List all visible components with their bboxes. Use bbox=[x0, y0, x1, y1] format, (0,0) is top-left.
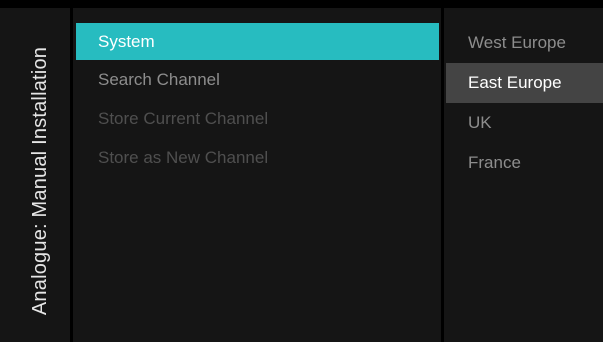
system-options-list: West Europe East Europe UK France bbox=[446, 23, 603, 183]
tv-settings-screen: Analogue: Manual Installation System Sea… bbox=[0, 0, 603, 342]
menu-item-search-channel[interactable]: Search Channel bbox=[76, 60, 439, 99]
installation-menu-panel: System Search Channel Store Current Chan… bbox=[73, 8, 441, 342]
menu-item-store-as-new-channel: Store as New Channel bbox=[98, 148, 269, 167]
page-title: Analogue: Manual Installation bbox=[29, 46, 51, 316]
option-west-europe[interactable]: West Europe bbox=[446, 23, 603, 63]
menu-item-system[interactable]: System bbox=[76, 23, 439, 60]
menu-item-store-current-channel: Store Current Channel bbox=[98, 109, 269, 128]
option-france[interactable]: France bbox=[446, 143, 603, 183]
installation-menu: System Search Channel Store Current Chan… bbox=[76, 23, 439, 177]
title-panel: Analogue: Manual Installation bbox=[0, 8, 70, 342]
option-east-europe[interactable]: East Europe bbox=[446, 63, 603, 103]
system-options-panel: West Europe East Europe UK France bbox=[444, 8, 603, 342]
option-uk[interactable]: UK bbox=[446, 103, 603, 143]
